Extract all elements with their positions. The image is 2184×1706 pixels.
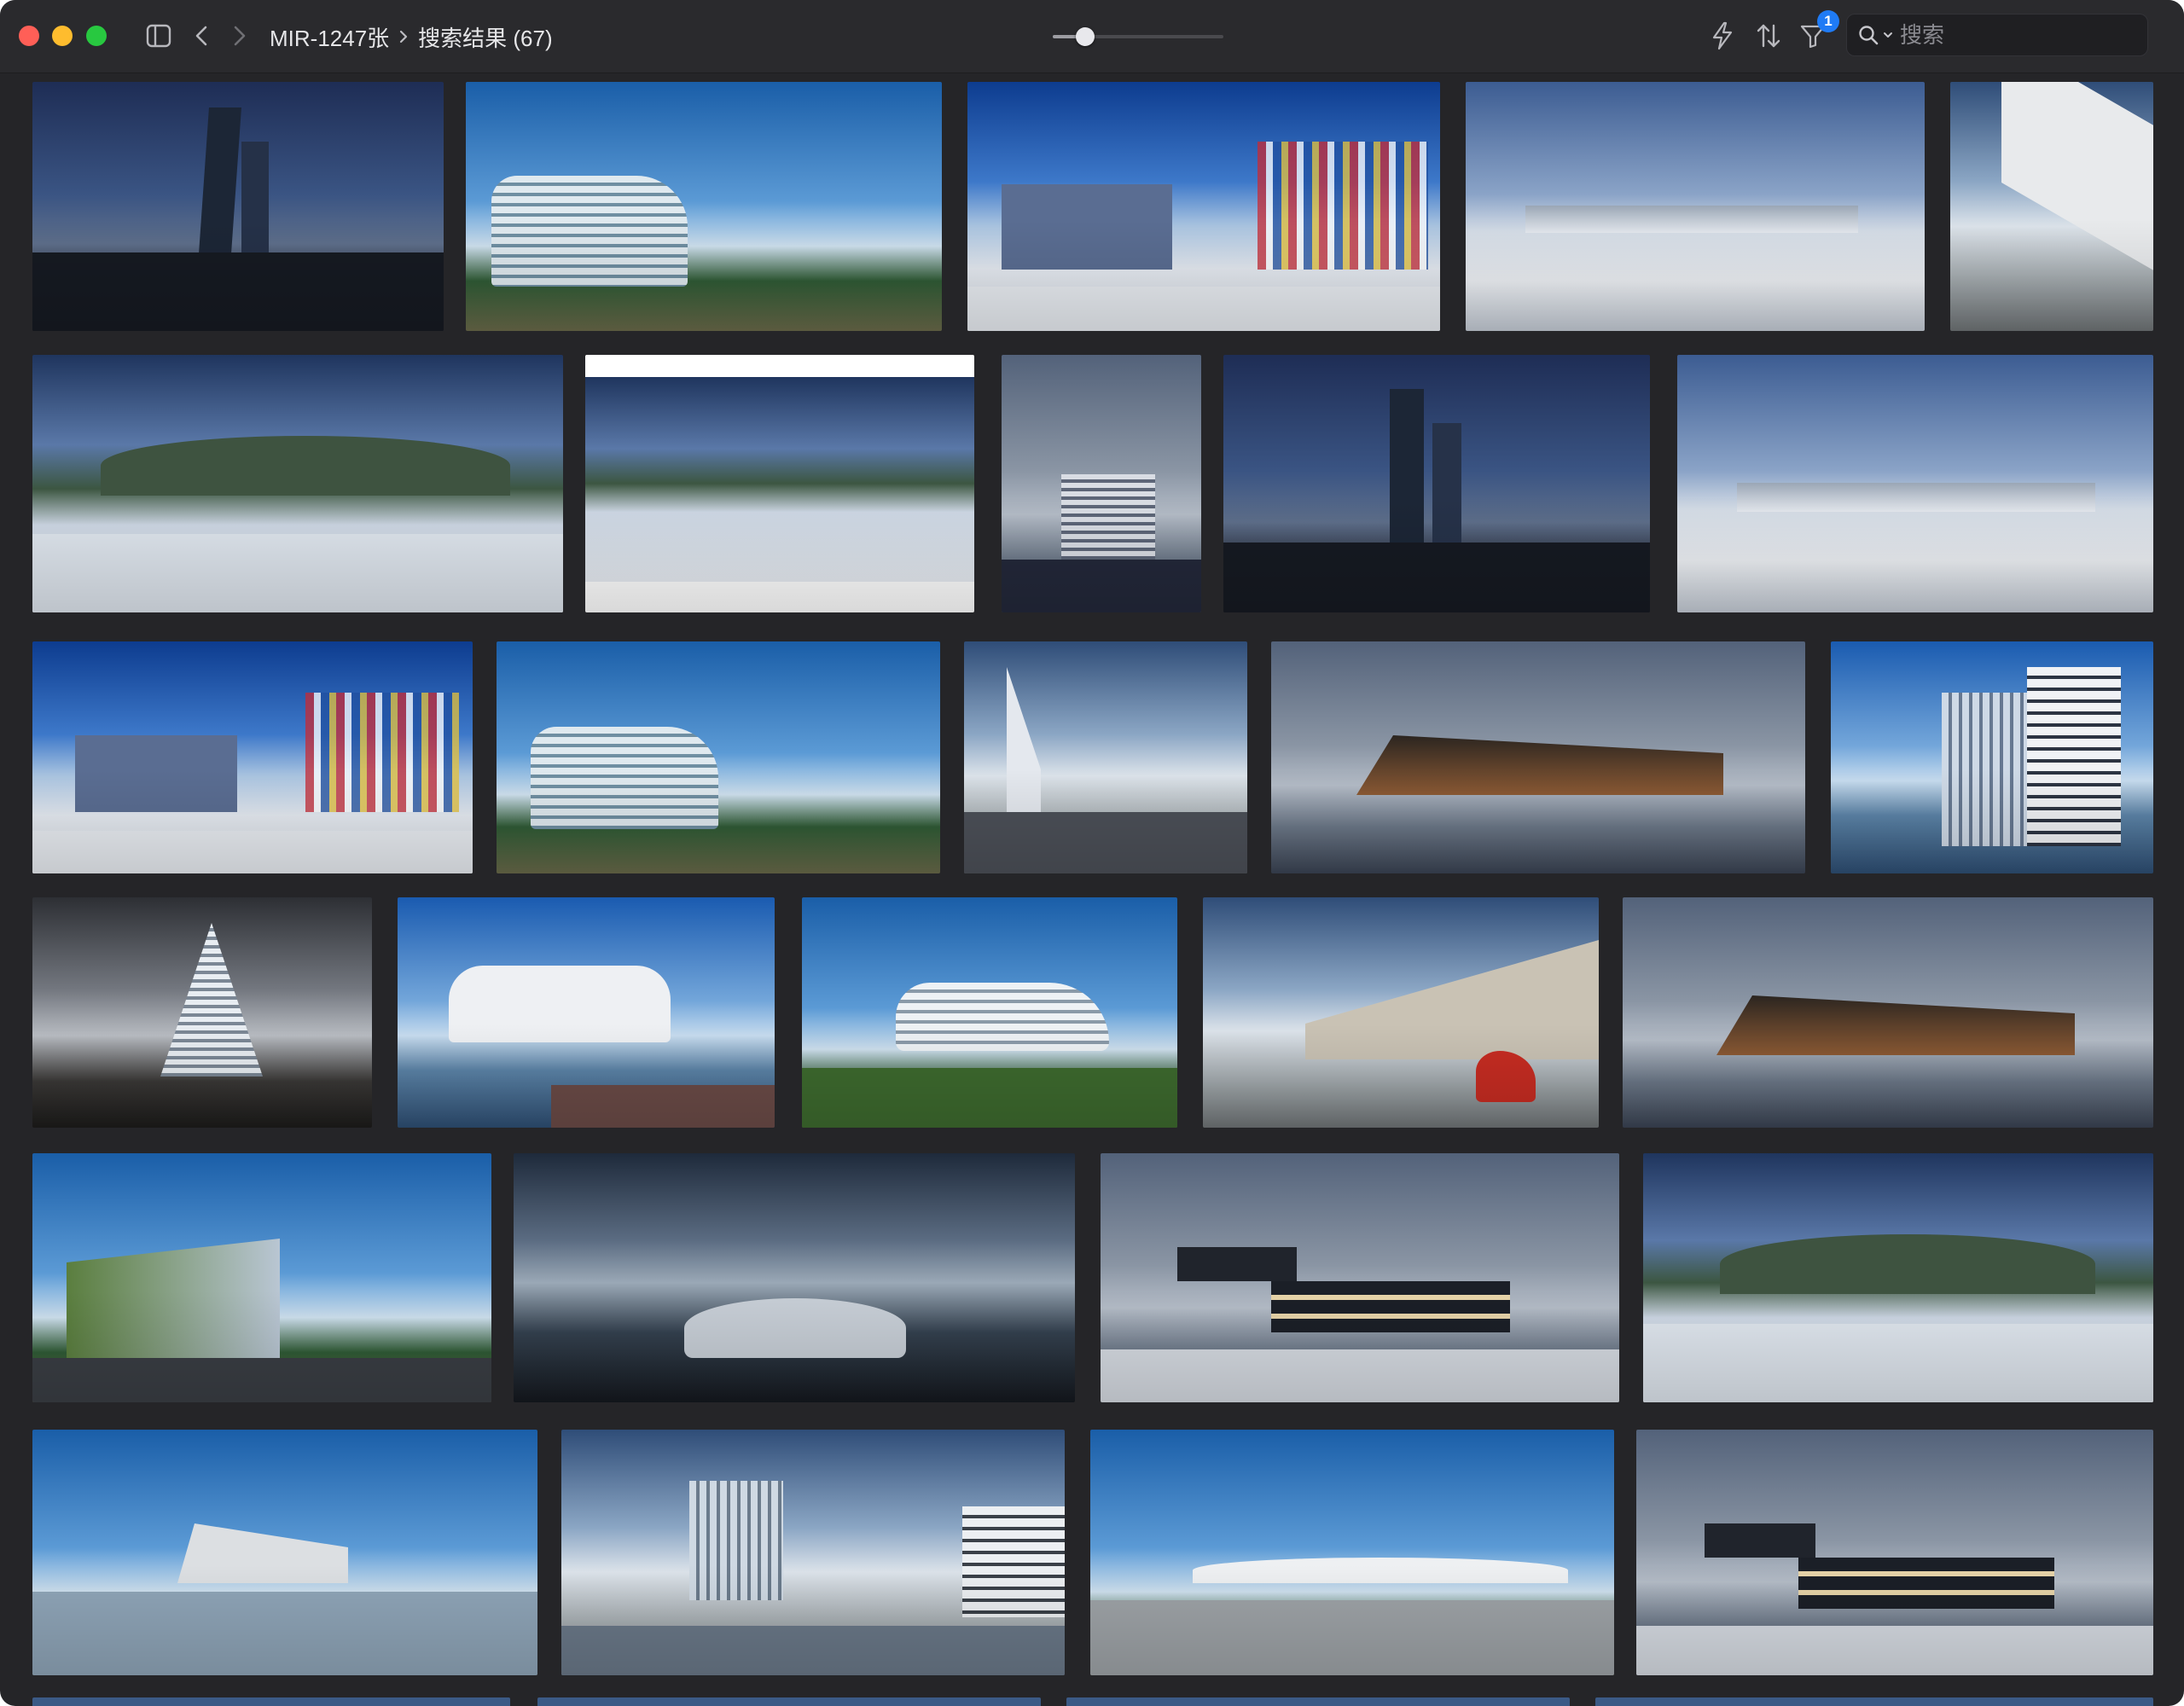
thumbnail-image[interactable] xyxy=(32,82,444,331)
thumbnail-image[interactable] xyxy=(967,82,1440,331)
thumbnail-image[interactable] xyxy=(1623,897,2153,1128)
search-box[interactable] xyxy=(1846,14,2148,56)
thumbnail-image[interactable] xyxy=(1090,1430,1614,1675)
breadcrumb-current: 搜索结果 (67) xyxy=(418,25,553,51)
thumbnail-image[interactable] xyxy=(32,1430,537,1675)
thumbnail-image[interactable] xyxy=(1203,897,1599,1128)
search-input[interactable] xyxy=(1900,21,2122,49)
thumbnail-image[interactable] xyxy=(1002,355,1201,612)
thumbnail-image[interactable] xyxy=(32,897,372,1128)
maximize-window-button[interactable] xyxy=(86,26,107,46)
lightning-icon[interactable] xyxy=(1708,19,1737,53)
chevron-down-icon[interactable] xyxy=(1883,31,1893,39)
thumbnail-image[interactable] xyxy=(514,1153,1075,1402)
thumbnail-image[interactable] xyxy=(1595,1697,2153,1706)
thumbnail-image[interactable] xyxy=(398,897,775,1128)
thumbnail-image[interactable] xyxy=(1677,355,2153,612)
chevron-right-icon xyxy=(399,30,408,44)
breadcrumb: MIR-1247张 搜索结果 (67) xyxy=(270,20,553,53)
thumbnail-image[interactable] xyxy=(561,1430,1065,1675)
app-window: MIR-1247张 搜索结果 (67) 1 xyxy=(0,0,2184,1706)
thumbnail-grid xyxy=(0,73,2184,1706)
minimize-window-button[interactable] xyxy=(52,26,73,46)
thumbnail-image[interactable] xyxy=(32,641,473,873)
thumbnail-image[interactable] xyxy=(964,641,1247,873)
sort-arrows-icon[interactable] xyxy=(1752,19,1785,53)
filter-count-badge: 1 xyxy=(1817,10,1839,32)
thumbnail-image[interactable] xyxy=(32,1697,510,1706)
sidebar-toggle-icon[interactable] xyxy=(145,23,172,49)
slider-thumb[interactable] xyxy=(1075,27,1095,46)
breadcrumb-library[interactable]: MIR-1247张 xyxy=(270,21,389,53)
close-window-button[interactable] xyxy=(19,26,39,46)
thumbnail-image[interactable] xyxy=(1271,641,1805,873)
thumbnail-image[interactable] xyxy=(1950,82,2153,331)
thumbnail-image[interactable] xyxy=(497,641,940,873)
thumbnail-image[interactable] xyxy=(32,1153,491,1402)
toolbar: MIR-1247张 搜索结果 (67) 1 xyxy=(0,0,2184,73)
thumbnail-image[interactable] xyxy=(537,1697,1041,1706)
thumbnail-image[interactable] xyxy=(1066,1697,1570,1706)
thumbnail-image[interactable] xyxy=(1831,641,2153,873)
thumbnail-image[interactable] xyxy=(1636,1430,2153,1675)
thumbnail-image[interactable] xyxy=(1223,355,1650,612)
chevron-right-icon[interactable] xyxy=(229,22,251,49)
thumbnail-image[interactable] xyxy=(1101,1153,1619,1402)
chevron-left-icon[interactable] xyxy=(190,22,212,49)
thumbnail-image[interactable] xyxy=(585,355,974,612)
magnifier-icon[interactable] xyxy=(1857,24,1879,46)
thumbnail-image[interactable] xyxy=(1466,82,1925,331)
thumbnail-image[interactable] xyxy=(32,355,563,612)
thumbnail-image[interactable] xyxy=(466,82,942,331)
thumbnail-image[interactable] xyxy=(1643,1153,2153,1402)
thumbnail-image[interactable] xyxy=(802,897,1177,1128)
thumbnail-size-slider[interactable] xyxy=(1053,27,1223,46)
